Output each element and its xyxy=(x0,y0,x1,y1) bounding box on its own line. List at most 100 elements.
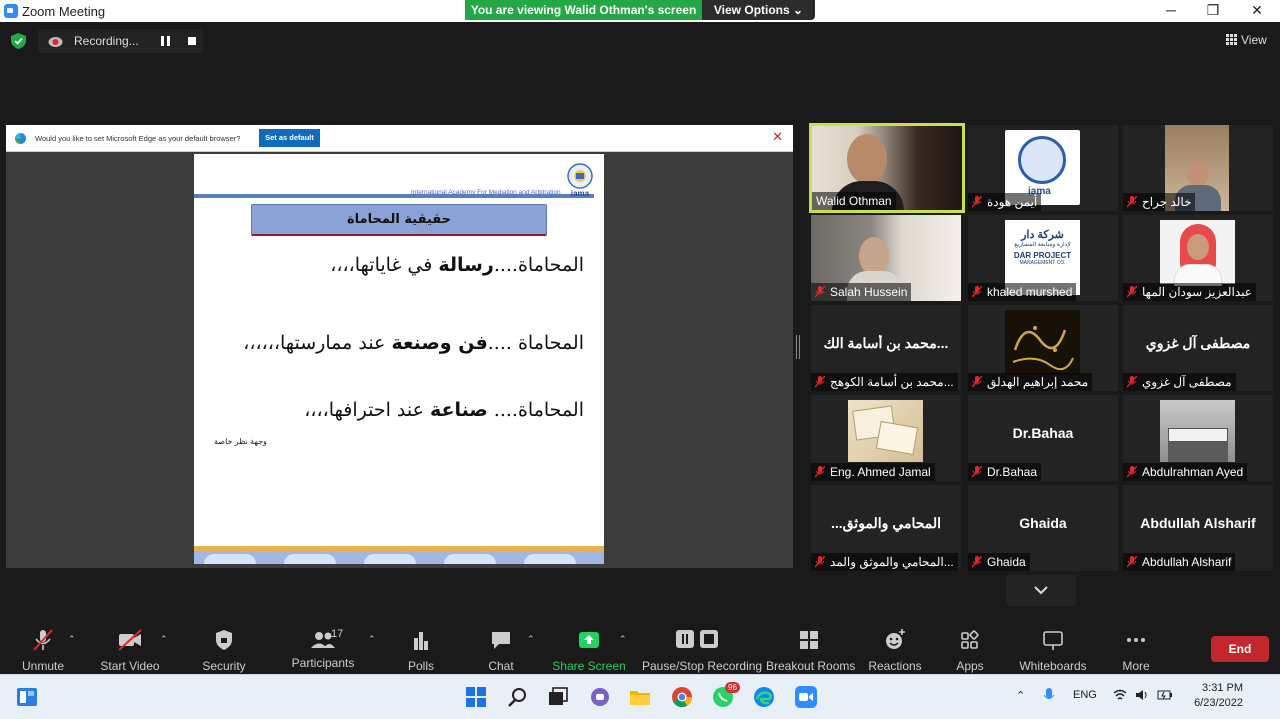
file-explorer-icon[interactable] xyxy=(628,685,652,709)
start-video-button[interactable]: Start Video xyxy=(98,628,162,673)
apps-label: Apps xyxy=(956,659,984,673)
participants-caret-icon[interactable]: ⌃ xyxy=(368,634,376,645)
reactions-smiley-icon xyxy=(886,629,905,649)
participant-tile[interactable]: Walid Othman xyxy=(809,123,965,213)
minimize-button[interactable]: ─ xyxy=(1156,1,1186,21)
volume-icon[interactable] xyxy=(1135,689,1149,701)
participant-name: Ghaida xyxy=(987,555,1026,569)
line-3-pre: المحاماة.... xyxy=(487,399,584,421)
participant-name-bar: khaled murshed xyxy=(968,283,1077,301)
share-caret-icon[interactable]: ⌃ xyxy=(619,634,627,645)
participant-name: محمد إبراهيم الهدلق xyxy=(987,375,1089,389)
participant-name-bar: عبدالعزيز سودان المها xyxy=(1123,283,1256,301)
taskbar-clock[interactable]: 3:31 PM 6/23/2022 xyxy=(1185,681,1243,711)
stop-recording-icon[interactable] xyxy=(188,37,196,45)
chevron-down-icon: ⌄ xyxy=(793,3,804,17)
dar-logo-line-3: DAR PROJECT xyxy=(1013,251,1072,260)
search-icon[interactable] xyxy=(506,685,530,709)
chat-button[interactable]: Chat xyxy=(481,628,521,673)
participant-tile[interactable]: المحامي والموثق... المحامي والموثق والمد… xyxy=(811,485,961,571)
reactions-label: Reactions xyxy=(868,659,922,673)
participant-tile[interactable]: عبدالعزيز سودان المها xyxy=(1123,215,1273,301)
battery-icon[interactable] xyxy=(1157,689,1173,701)
breakout-rooms-button[interactable]: Breakout Rooms xyxy=(766,628,855,673)
participant-name: Abdullah Alsharif xyxy=(1142,555,1232,569)
wifi-icon[interactable] xyxy=(1113,689,1127,701)
security-button[interactable]: Security xyxy=(200,628,248,673)
unmute-button[interactable]: Unmute xyxy=(14,628,72,673)
participant-tile[interactable]: Abdullah Alsharif Abdullah Alsharif xyxy=(1123,485,1273,571)
panel-splitter-handle[interactable] xyxy=(796,335,800,359)
participant-tile[interactable]: Dr.Bahaa Dr.Bahaa xyxy=(968,395,1118,481)
apps-button[interactable]: Apps xyxy=(952,628,988,673)
participant-name: عبدالعزيز سودان المها xyxy=(1142,285,1252,299)
chat-caret-icon[interactable]: ⌃ xyxy=(527,634,535,645)
title-bar: Zoom Meeting You are viewing Walid Othma… xyxy=(0,0,1280,22)
dar-logo-line-2: لإدارة ومتابعة المشاريع xyxy=(1014,242,1071,248)
video-options-caret-icon[interactable]: ⌃ xyxy=(160,634,168,645)
teams-chat-icon[interactable] xyxy=(588,685,612,709)
viewing-banner: You are viewing Walid Othman's screen xyxy=(465,0,702,20)
task-view-icon[interactable] xyxy=(546,685,570,709)
polls-button[interactable]: Polls xyxy=(401,628,441,673)
reactions-button[interactable]: Reactions xyxy=(868,628,922,673)
chevron-up-icon[interactable]: ⌃ xyxy=(1016,689,1025,702)
participant-name: Walid Othman xyxy=(812,192,896,210)
participant-name: محمد بن أسامة الكوهج... xyxy=(830,375,954,389)
input-language[interactable]: ENG xyxy=(1073,689,1097,701)
participant-tile[interactable]: مصطفى آل غزوي مصطفى آل غزوي xyxy=(1123,305,1273,391)
widgets-icon[interactable] xyxy=(15,685,39,709)
microphone-icon[interactable] xyxy=(1043,688,1055,704)
line-3-post: عند احترافها،،،، xyxy=(304,399,430,421)
chrome-icon[interactable] xyxy=(670,685,694,709)
encryption-shield-icon[interactable] xyxy=(11,33,26,49)
participant-tile[interactable]: Ghaida Ghaida xyxy=(968,485,1118,571)
end-meeting-button[interactable]: End xyxy=(1211,636,1269,662)
muted-mic-icon xyxy=(815,376,825,388)
maximize-button[interactable]: ❐ xyxy=(1198,1,1228,21)
participant-name-bar: محمد بن أسامة الكوهج... xyxy=(811,373,958,391)
edge-browser-icon[interactable] xyxy=(752,685,776,709)
grid-view-icon xyxy=(1226,34,1237,45)
participant-tile[interactable]: ...محمد بن أسامة الك محمد بن أسامة الكوه… xyxy=(811,305,961,391)
line-1-post: في غاياتها،،،، xyxy=(330,254,439,276)
participant-name: Abdulrahman Ayed xyxy=(1142,465,1244,479)
view-button[interactable]: View xyxy=(1226,33,1267,47)
muted-mic-icon xyxy=(972,196,982,208)
participant-name: Eng. Ahmed Jamal xyxy=(830,465,931,479)
muted-mic-icon xyxy=(1127,556,1137,568)
recording-indicator: Recording... xyxy=(38,29,203,53)
participant-display-name: مصطفى آل غزوي xyxy=(1145,335,1251,351)
participant-name: khaled murshed xyxy=(987,285,1073,299)
participant-tile[interactable]: شركة دار لإدارة ومتابعة المشاريع DAR PRO… xyxy=(968,215,1118,301)
participant-tile[interactable]: Salah Hussein xyxy=(811,215,961,301)
more-button[interactable]: More xyxy=(1118,628,1154,673)
zoom-taskbar-icon[interactable] xyxy=(794,685,818,709)
set-as-default-button[interactable]: Set as default xyxy=(259,129,320,147)
participants-button[interactable]: 17 Participants xyxy=(290,628,356,670)
participant-tile[interactable]: iama أيمن هودة xyxy=(968,125,1118,211)
muted-mic-icon xyxy=(815,466,825,478)
participant-tile[interactable]: محمد إبراهيم الهدلق xyxy=(968,305,1118,391)
view-options-button[interactable]: View Options ⌄ xyxy=(702,0,815,20)
audio-options-caret-icon[interactable]: ⌃ xyxy=(68,634,76,645)
line-1-bold: رسالة xyxy=(438,254,494,276)
slide-footer xyxy=(194,546,604,564)
whiteboards-button[interactable]: Whiteboards xyxy=(1018,628,1088,673)
muted-mic-icon xyxy=(33,629,53,651)
share-screen-icon xyxy=(579,632,599,648)
participant-tile[interactable]: Eng. Ahmed Jamal xyxy=(811,395,961,481)
pause-recording-icon[interactable] xyxy=(161,36,170,46)
pause-stop-recording-button[interactable]: Pause/Stop Recording xyxy=(642,628,762,673)
close-icon[interactable]: ✕ xyxy=(772,130,783,144)
share-screen-button[interactable]: Share Screen xyxy=(552,628,626,673)
participants-label: Participants xyxy=(291,656,355,670)
participant-name: Dr.Bahaa xyxy=(987,465,1038,479)
participant-tile[interactable]: خالد جراح xyxy=(1123,125,1273,211)
participant-name-bar: مصطفى آل غزوي xyxy=(1123,373,1236,391)
close-window-button[interactable]: ✕ xyxy=(1242,1,1272,21)
participant-tile[interactable]: Abdulrahman Ayed xyxy=(1123,395,1273,481)
windows-start-icon[interactable] xyxy=(464,685,488,709)
next-page-button[interactable] xyxy=(1006,575,1076,606)
muted-mic-icon xyxy=(1127,286,1137,298)
